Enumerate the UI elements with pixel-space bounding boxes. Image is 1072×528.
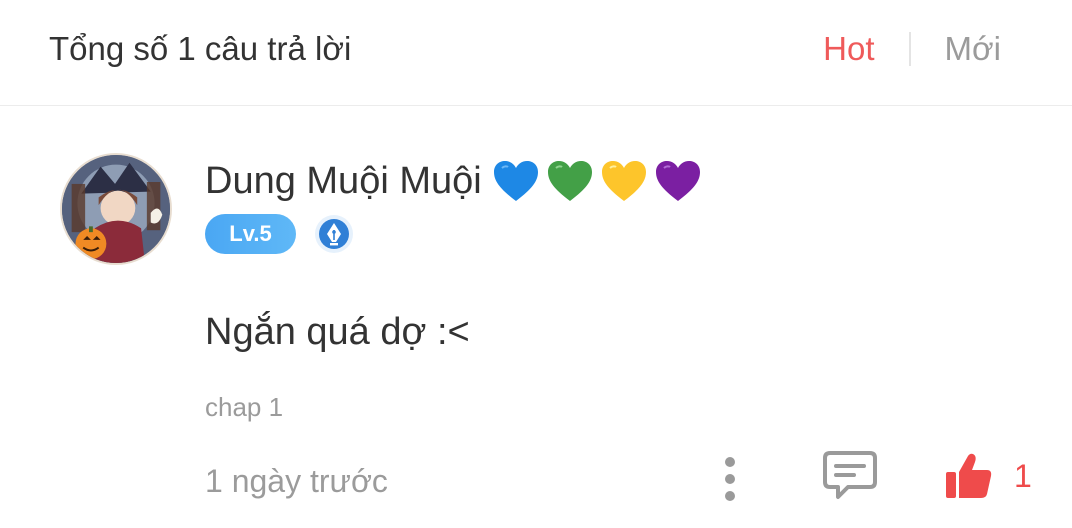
- avatar-image: [62, 155, 170, 263]
- comment-time: 1 ngày trước: [205, 463, 388, 499]
- user-badges: Lv.5: [205, 213, 354, 255]
- purple-heart-icon: [655, 161, 700, 201]
- yellow-heart-icon: [601, 161, 646, 201]
- chapter-tag[interactable]: chap 1: [205, 390, 283, 424]
- comment-body: Ngắn quá dợ :<: [205, 311, 470, 353]
- username-hearts: [492, 159, 708, 203]
- green-heart-icon: [547, 161, 592, 201]
- comments-panel: Tổng số 1 câu trả lời Hot Mới Dung Muội …: [0, 0, 1072, 528]
- sort-divider: [908, 32, 911, 66]
- level-badge: Lv.5: [205, 214, 296, 254]
- username[interactable]: Dung Muội Muội: [205, 156, 482, 206]
- blue-heart-icon: [493, 161, 538, 201]
- avatar[interactable]: [60, 153, 172, 265]
- reply-comment-icon[interactable]: [822, 450, 878, 502]
- thumbs-up-icon: [946, 453, 992, 498]
- more-options-icon[interactable]: [720, 456, 740, 502]
- like-count: 1: [1014, 458, 1032, 494]
- like-button[interactable]: 1: [944, 448, 1032, 504]
- comments-header: Tổng số 1 câu trả lời Hot Mới: [0, 0, 1072, 106]
- username-row: Dung Muội Muội: [205, 156, 708, 206]
- sort-new-tab[interactable]: Mới: [945, 30, 1001, 68]
- answer-count-title: Tổng số 1 câu trả lời: [49, 30, 352, 67]
- sort-hot-tab[interactable]: Hot: [823, 30, 874, 68]
- pen-nib-icon: [315, 215, 353, 253]
- sort-toggle: Hot Mới: [823, 29, 1001, 69]
